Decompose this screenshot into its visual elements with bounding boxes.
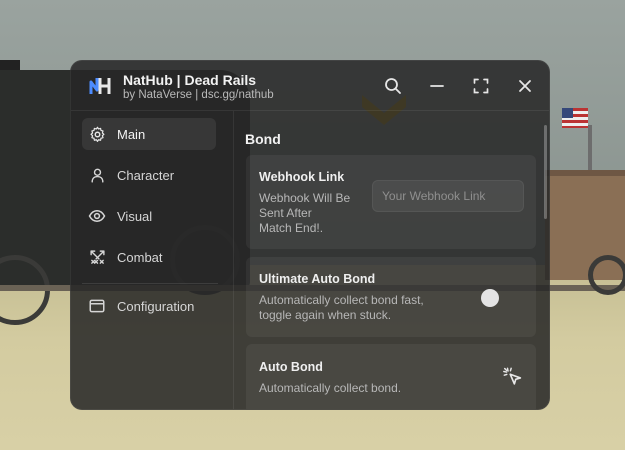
us-flag [562, 108, 588, 128]
sidebar-divider [82, 283, 218, 284]
ultimate-auto-bond-toggle[interactable] [468, 288, 504, 307]
ultimate-auto-bond-card[interactable]: Ultimate Auto Bond Automatically collect… [246, 257, 536, 337]
scrollbar[interactable] [544, 125, 547, 219]
nathub-logo-icon [89, 78, 111, 94]
window-subtitle: by NataVerse | dsc.gg/nathub [123, 89, 274, 101]
person-icon [88, 166, 106, 184]
webhook-link-card: Webhook Link Webhook Will Be Sent After … [246, 155, 536, 249]
card-description: Automatically collect bond fast, toggle … [259, 293, 424, 323]
sidebar-item-label: Visual [117, 208, 153, 224]
sidebar-item-label: Main [117, 126, 146, 142]
window-title: NatHub | Dead Rails [123, 72, 257, 88]
card-description-line: Webhook Will Be [259, 191, 351, 205]
window-icon [88, 297, 106, 315]
swords-icon [88, 248, 106, 266]
eye-icon [88, 207, 106, 225]
pointer-click-icon[interactable] [502, 366, 524, 388]
webhook-link-input[interactable] [372, 180, 524, 212]
wagon-wheel [588, 255, 625, 295]
close-icon [519, 80, 531, 92]
sidebar: Main Character Visual Combat Configurati… [71, 111, 234, 409]
section-title: Bond [245, 131, 281, 147]
sidebar-item-combat[interactable]: Combat [82, 241, 216, 273]
card-title: Auto Bond [259, 360, 323, 374]
minimize-icon [430, 85, 444, 87]
sidebar-item-visual[interactable]: Visual [82, 200, 216, 232]
card-description-line: Automatically collect bond fast, [259, 293, 424, 307]
sidebar-item-label: Character [117, 167, 175, 183]
main-content: Bond Webhook Link Webhook Will Be Sent A… [235, 111, 549, 409]
card-title: Ultimate Auto Bond [259, 272, 376, 286]
sidebar-item-configuration[interactable]: Configuration [82, 290, 216, 322]
sidebar-item-label: Configuration [117, 298, 195, 314]
nathub-window: NatHub | Dead Rails by NataVerse | dsc.g… [70, 60, 550, 410]
minimize-button[interactable] [426, 75, 448, 97]
auto-bond-card[interactable]: Auto Bond Automatically collect bond. [246, 344, 536, 409]
sidebar-item-label: Combat [117, 249, 163, 265]
card-description-line: Sent After [259, 206, 312, 220]
sidebar-item-character[interactable]: Character [82, 159, 216, 191]
search-button[interactable] [382, 75, 404, 97]
card-description-line: toggle again when stuck. [259, 308, 392, 322]
card-title: Webhook Link [259, 170, 345, 184]
toggle-knob [481, 289, 499, 307]
sidebar-item-main[interactable]: Main [82, 118, 216, 150]
maximize-icon [473, 78, 489, 94]
card-description-line: Match End!. [259, 221, 324, 235]
card-description: Automatically collect bond. [259, 381, 402, 395]
close-button[interactable] [514, 75, 536, 97]
maximize-button[interactable] [470, 75, 492, 97]
gear-icon [88, 125, 106, 143]
search-icon [385, 78, 401, 94]
title-bar[interactable]: NatHub | Dead Rails by NataVerse | dsc.g… [71, 61, 549, 111]
card-description: Webhook Will Be Sent After Match End!. [259, 191, 350, 236]
